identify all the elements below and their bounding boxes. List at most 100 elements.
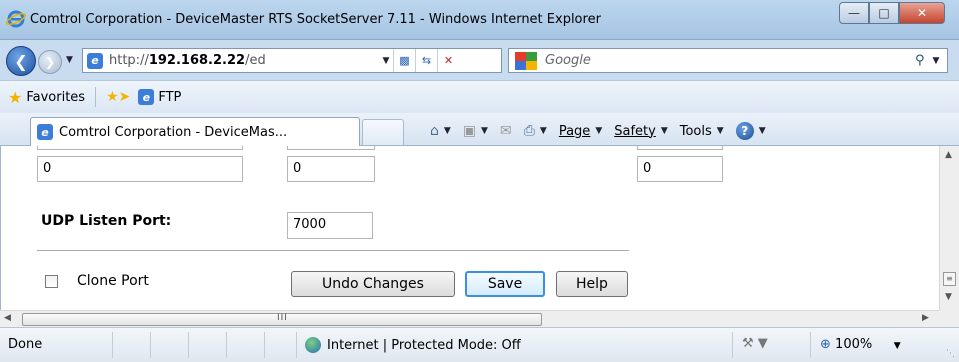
scroll-right-arrow-icon[interactable]: ▶ xyxy=(922,313,929,323)
protected-mode-icon[interactable]: ⚒ ▼ xyxy=(742,336,768,351)
zoom-icon: ⊕ xyxy=(820,337,831,352)
chevron-down-icon: ▼ xyxy=(716,126,724,136)
page-menu[interactable]: Page ▼ xyxy=(559,124,602,139)
resize-grip-icon[interactable]: ⋱ xyxy=(946,349,955,359)
clone-port-label: Clone Port xyxy=(77,273,149,289)
add-to-favorites-bar-icon[interactable]: ★➤ xyxy=(106,89,130,105)
address-toolbar: ❮ ❯ ▼ e http://192.168.2.22/ed ▼ ▩ ⇆ ✕ G… xyxy=(0,40,959,80)
save-button[interactable]: Save xyxy=(465,271,545,297)
status-separator xyxy=(264,332,265,358)
scroll-left-arrow-icon[interactable]: ◀ xyxy=(4,313,11,323)
clone-port-checkbox[interactable] xyxy=(45,275,58,288)
close-icon[interactable]: ✕ xyxy=(899,2,945,24)
udp-listen-port-label: UDP Listen Port: xyxy=(41,213,172,229)
globe-icon xyxy=(305,337,321,353)
scroll-up-arrow-icon[interactable]: ▲ xyxy=(945,150,952,160)
status-separator xyxy=(188,332,189,358)
scrollbar-corner xyxy=(939,310,959,327)
chevron-down-icon[interactable]: ▼ xyxy=(444,126,451,136)
chevron-down-icon[interactable]: ▼ xyxy=(882,341,901,351)
google-logo-icon xyxy=(515,51,537,70)
status-separator xyxy=(112,332,113,358)
status-bar: Done Internet | Protected Mode: Off ⚒ ▼ … xyxy=(0,327,959,362)
internet-explorer-icon xyxy=(6,10,26,28)
feeds-button[interactable]: ▣ ▼ xyxy=(463,123,488,139)
search-options-dropdown-icon[interactable]: ▼ xyxy=(933,56,940,66)
scroll-down-arrow-icon[interactable]: ▼ xyxy=(945,292,952,302)
favorites-bar: ★ Favorites ★➤ e FTP xyxy=(0,80,959,113)
undo-changes-button[interactable]: Undo Changes xyxy=(291,271,455,297)
new-tab-button[interactable] xyxy=(362,119,404,145)
help-icon: ? xyxy=(735,122,754,140)
tab-title: Comtrol Corporation - DeviceMas... xyxy=(59,124,288,140)
horizontal-scrollbar[interactable]: ◀ III ▶ xyxy=(0,310,939,327)
url-text[interactable]: http://192.168.2.22/ed xyxy=(109,53,379,68)
read-mail-button[interactable]: ✉ xyxy=(500,123,512,139)
text-field-3[interactable]: 0 xyxy=(637,156,723,182)
search-box[interactable]: Google ⚲ ▼ xyxy=(508,48,948,73)
print-button[interactable]: ⎙ ▼ xyxy=(524,123,547,139)
minimize-icon[interactable]: — xyxy=(839,2,869,24)
horizontal-scroll-thumb[interactable]: III xyxy=(22,313,542,326)
scroll-thumb[interactable]: ≡ xyxy=(943,272,956,286)
status-separator xyxy=(150,332,151,358)
status-text: Done xyxy=(8,337,43,352)
home-button[interactable]: ⌂ ▼ xyxy=(430,123,451,139)
status-separator xyxy=(296,332,297,358)
home-icon: ⌂ xyxy=(430,123,439,139)
zoom-level: 100% xyxy=(835,337,873,352)
security-zone[interactable]: Internet | Protected Mode: Off xyxy=(305,337,521,353)
page-icon: e xyxy=(37,124,53,140)
status-separator xyxy=(732,332,733,358)
page-icon: e xyxy=(87,52,103,69)
zone-text: Internet | Protected Mode: Off xyxy=(327,337,521,353)
ftp-link[interactable]: FTP xyxy=(158,90,181,105)
command-bar: ⌂ ▼ ▣ ▼ ✉ ⎙ ▼ Page ▼ Safety ▼ Tools ▼ ? ▼ xyxy=(430,119,778,143)
partial-field xyxy=(37,146,243,150)
help-menu[interactable]: ? ▼ xyxy=(735,122,766,140)
divider xyxy=(37,250,629,251)
ftp-link-icon: e xyxy=(138,89,155,105)
chevron-down-icon[interactable]: ▼ xyxy=(540,126,547,136)
scroll-grip: III xyxy=(277,313,288,323)
address-bar[interactable]: e http://192.168.2.22/ed ▼ ▩ ⇆ ✕ xyxy=(82,48,502,73)
compatibility-view-icon[interactable]: ▩ xyxy=(393,49,415,72)
tab-comtrol[interactable]: e Comtrol Corporation - DeviceMas... xyxy=(30,117,360,146)
favorites-star-icon[interactable]: ★ xyxy=(8,88,22,107)
udp-listen-port-input[interactable]: 7000 xyxy=(287,212,373,239)
refresh-icon[interactable]: ⇆ xyxy=(415,49,437,72)
favorites-button[interactable]: Favorites xyxy=(26,90,85,105)
back-button[interactable]: ❮ xyxy=(6,46,36,76)
printer-icon: ⎙ xyxy=(523,123,535,139)
page-content: 0 0 0 UDP Listen Port: 7000 Clone Port U… xyxy=(0,146,939,310)
rss-feed-icon: ▣ xyxy=(462,123,477,139)
status-separator xyxy=(810,332,811,358)
chevron-down-icon[interactable]: ▼ xyxy=(481,126,488,136)
stop-icon[interactable]: ✕ xyxy=(437,49,459,72)
recent-pages-dropdown-icon[interactable]: ▼ xyxy=(66,55,73,65)
window-title: Comtrol Corporation - DeviceMaster RTS S… xyxy=(30,12,601,27)
address-dropdown-icon[interactable]: ▼ xyxy=(379,49,393,72)
separator xyxy=(95,87,97,107)
search-input[interactable]: Google xyxy=(545,53,915,68)
tab-bar: e Comtrol Corporation - DeviceMas... ⌂ ▼ … xyxy=(0,113,959,146)
text-field-1[interactable]: 0 xyxy=(37,156,243,182)
text-field-2[interactable]: 0 xyxy=(287,156,375,182)
vertical-scrollbar[interactable]: ▲ ≡ ▼ xyxy=(939,146,959,310)
help-button[interactable]: Help xyxy=(556,271,628,297)
title-bar: Comtrol Corporation - DeviceMaster RTS S… xyxy=(0,0,959,40)
partial-field xyxy=(637,146,723,150)
chevron-down-icon: ▼ xyxy=(660,126,668,136)
partial-field xyxy=(287,146,375,150)
window-controls: — □ ✕ xyxy=(839,2,945,24)
tools-menu[interactable]: Tools ▼ xyxy=(680,124,724,139)
mail-icon: ✉ xyxy=(499,123,512,139)
maximize-icon[interactable]: □ xyxy=(869,2,899,24)
status-separator xyxy=(226,332,227,358)
forward-button[interactable]: ❯ xyxy=(38,50,62,74)
safety-menu[interactable]: Safety ▼ xyxy=(614,124,668,139)
search-icon[interactable]: ⚲ xyxy=(915,53,925,68)
zoom-control[interactable]: ⊕ 100% ▼ xyxy=(820,337,901,352)
chevron-down-icon: ▼ xyxy=(758,126,766,136)
chevron-down-icon: ▼ xyxy=(595,126,603,136)
